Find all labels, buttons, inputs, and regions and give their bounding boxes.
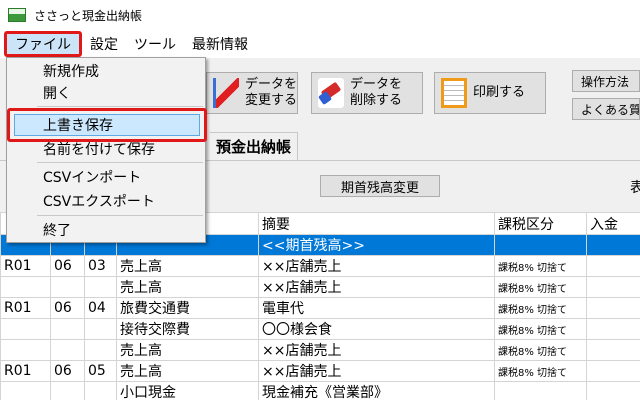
table-row[interactable]: R01 06 05 売上高 ××店舗売上 課税8% 切捨て 3 — [0, 360, 640, 382]
table-row[interactable]: 売上高 ××店舗売上 課税8% 切捨て 2 — [0, 339, 640, 361]
menu-item-exit[interactable]: 終了 — [7, 219, 205, 241]
table-row[interactable]: R01 06 03 売上高 ××店舗売上 課税8% 切捨て 5 — [0, 255, 640, 277]
book-title-tab[interactable]: 預金出納帳 — [210, 132, 299, 160]
pencil-icon — [213, 78, 239, 108]
manual-button[interactable]: 操作方法 — [572, 70, 640, 92]
menu-separator — [37, 215, 203, 216]
col-header-deposit[interactable]: 入金 — [586, 212, 640, 235]
delete-label-line2: 削除する — [350, 93, 403, 108]
menu-item-csv-import[interactable]: CSVインポート — [7, 166, 205, 188]
col-header-description[interactable]: 摘要 — [258, 212, 495, 235]
print-icon — [441, 78, 467, 108]
edit-label-line1: データを — [245, 77, 298, 92]
print-label: 印刷する — [473, 85, 526, 100]
edit-label-line2: 変更する — [245, 93, 298, 108]
print-button[interactable]: 印刷する — [434, 72, 546, 114]
file-menu-dropdown: 新規作成 開く 上書き保存 名前を付けて保存 CSVインポート CSVエクスポー… — [6, 57, 207, 243]
delete-data-button[interactable]: データを 削除する — [311, 72, 423, 114]
opening-balance-button[interactable]: 期首残高変更 — [320, 175, 440, 197]
menu-item-csv-export[interactable]: CSVエクスポート — [7, 190, 205, 212]
table-row[interactable]: R01 06 04 旅費交通費 電車代 課税8% 切捨て — [0, 297, 640, 319]
menu-item-save-as[interactable]: 名前を付けて保存 — [7, 138, 205, 160]
col-header-tax[interactable]: 課税区分 — [494, 212, 587, 235]
eraser-icon — [318, 78, 344, 108]
menu-tools[interactable]: ツール — [126, 32, 184, 56]
delete-label-line1: データを — [350, 77, 403, 92]
menu-file[interactable]: ファイル — [4, 31, 82, 57]
app-icon — [8, 8, 26, 22]
title-bar: ささっと現金出納帳 — [0, 0, 640, 30]
menu-item-overwrite-save[interactable]: 上書き保存 — [7, 114, 205, 136]
menu-separator — [37, 106, 203, 107]
faq-button[interactable]: よくある質 — [572, 98, 640, 120]
window-title: ささっと現金出納帳 — [34, 8, 143, 23]
table-row[interactable]: 売上高 ××店舗売上 課税8% 切捨て 5 — [0, 276, 640, 298]
menu-bar: ファイル 設定 ツール 最新情報 — [0, 30, 640, 58]
table-row[interactable]: 小口現金 現金補充《営業部》 — [0, 381, 640, 400]
menu-settings[interactable]: 設定 — [82, 32, 126, 56]
menu-item-open[interactable]: 開く — [7, 82, 205, 104]
edge-label: 表 — [630, 180, 640, 196]
table-row[interactable]: 接待交際費 〇〇様会食 課税8% 切捨て — [0, 318, 640, 340]
edit-data-button[interactable]: データを 変更する — [206, 72, 298, 114]
row-description: <<期首残高>> — [258, 234, 495, 256]
menu-separator — [37, 162, 203, 163]
menu-item-new[interactable]: 新規作成 — [7, 60, 205, 82]
menu-news[interactable]: 最新情報 — [184, 32, 256, 56]
